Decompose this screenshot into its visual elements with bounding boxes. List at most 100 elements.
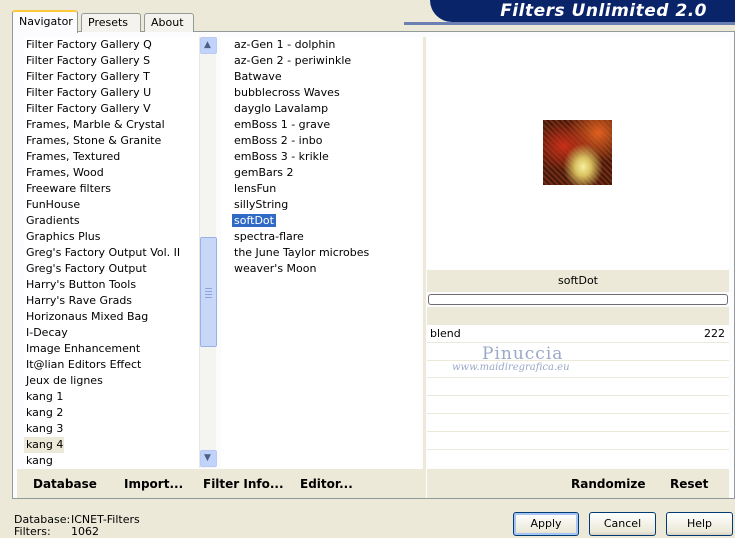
brand-underline <box>404 22 735 25</box>
randomize-button[interactable]: Randomize <box>571 477 645 491</box>
watermark-url: www.maidiregrafica.eu <box>452 362 570 373</box>
filter-item[interactable]: bubblecross Waves <box>221 85 421 101</box>
filter-item[interactable]: spectra-flare <box>221 229 421 245</box>
tab-presets[interactable]: Presets <box>81 13 141 32</box>
help-button[interactable]: Help <box>666 512 733 536</box>
filter-item[interactable]: az-Gen 2 - periwinkle <box>221 53 421 69</box>
category-item[interactable]: Frames, Marble & Crystal <box>24 117 199 133</box>
import-button[interactable]: Import... <box>124 477 183 491</box>
filter-item[interactable]: gemBars 2 <box>221 165 421 181</box>
category-item[interactable]: Harry's Rave Grads <box>24 293 199 309</box>
chevron-down-icon: ▼ <box>204 453 211 463</box>
filter-item-label: weaver's Moon <box>234 262 317 275</box>
reset-button[interactable]: Reset <box>670 477 708 491</box>
category-item[interactable]: Filter Factory Gallery T <box>24 69 199 85</box>
category-item[interactable]: Harry's Button Tools <box>24 277 199 293</box>
filter-item[interactable]: emBoss 1 - grave <box>221 117 421 133</box>
category-item[interactable]: Graphics Plus <box>24 229 199 245</box>
filter-item[interactable]: the June Taylor microbes <box>221 245 421 261</box>
filter-item-label: az-Gen 2 - periwinkle <box>234 54 352 67</box>
filter-list[interactable]: az-Gen 1 - dolphin az-Gen 2 - periwinkle B… <box>221 37 421 469</box>
param-row <box>427 414 729 432</box>
filter-item[interactable]: dayglo Lavalamp <box>221 101 421 117</box>
category-item[interactable]: Frames, Wood <box>24 165 199 181</box>
category-item[interactable]: Frames, Stone & Granite <box>24 133 199 149</box>
param-row <box>427 378 729 397</box>
category-item[interactable]: kang <box>24 453 199 469</box>
category-item[interactable]: Freeware filters <box>24 181 199 197</box>
scroll-down-button[interactable]: ▼ <box>200 450 217 467</box>
panel-divider <box>423 37 426 498</box>
slider-marker-icon[interactable] <box>680 316 696 324</box>
filter-item-label: emBoss 1 - grave <box>234 118 331 131</box>
category-item[interactable]: Filter Factory Gallery S <box>24 53 199 69</box>
filter-item[interactable]: Batwave <box>221 69 421 85</box>
editor-button[interactable]: Editor... <box>300 477 353 491</box>
grip-line <box>205 291 212 292</box>
filter-item[interactable]: sillyString <box>221 197 421 213</box>
grip-line <box>205 297 212 298</box>
filter-item-label: bubblecross Waves <box>234 86 340 99</box>
category-item[interactable]: Gradients <box>24 213 199 229</box>
filter-info-button[interactable]: Filter Info... <box>203 477 284 491</box>
preview-area <box>427 37 729 269</box>
category-item[interactable]: Greg's Factory Output Vol. II <box>24 245 199 261</box>
filter-item[interactable]: weaver's Moon <box>221 261 421 277</box>
filter-item-label: Batwave <box>234 70 282 83</box>
filter-item-selected[interactable]: softDot <box>221 213 421 229</box>
filter-item-label: az-Gen 1 - dolphin <box>234 38 336 51</box>
database-button[interactable]: Database <box>33 477 97 491</box>
filter-item[interactable]: az-Gen 1 - dolphin <box>221 37 421 53</box>
category-item[interactable]: Filter Factory Gallery U <box>24 85 199 101</box>
filter-item[interactable]: lensFun <box>221 181 421 197</box>
category-item[interactable]: Frames, Textured <box>24 149 199 165</box>
category-item[interactable]: kang 2 <box>24 405 199 421</box>
category-item[interactable]: Filter Factory Gallery Q <box>24 37 199 53</box>
tab-about[interactable]: About <box>144 13 194 32</box>
progress-bar <box>428 294 728 305</box>
tab-navigator[interactable]: Navigator <box>12 10 78 33</box>
filters-count-label: Filters: <box>14 525 51 538</box>
category-item[interactable]: kang 1 <box>24 389 199 405</box>
param-row <box>427 432 729 450</box>
category-item[interactable]: FunHouse <box>24 197 199 213</box>
param-row <box>427 396 729 414</box>
selected-filter-name: softDot <box>427 270 729 292</box>
grip-line <box>205 294 212 295</box>
category-item[interactable]: Horizonaus Mixed Bag <box>24 309 199 325</box>
watermark-name: Pinuccia <box>482 344 564 364</box>
category-item[interactable]: I-Decay <box>24 325 199 341</box>
param-value: 222 <box>704 327 725 340</box>
filter-item[interactable]: emBoss 3 - krikle <box>221 149 421 165</box>
category-item[interactable]: Filter Factory Gallery V <box>24 101 199 117</box>
list-toolbar: Database Import... Filter Info... Editor… <box>17 469 423 498</box>
filter-item[interactable]: emBoss 2 - inbo <box>221 133 421 149</box>
grip-line <box>205 288 212 289</box>
category-item[interactable]: Jeux de lignes <box>24 373 199 389</box>
category-item[interactable]: Greg's Factory Output <box>24 261 199 277</box>
param-row-blend[interactable]: blend 222 <box>427 316 729 343</box>
filter-item-label: the June Taylor microbes <box>234 246 370 259</box>
chevron-up-icon: ▲ <box>204 40 211 50</box>
param-row <box>427 450 729 468</box>
filters-count-value: 1062 <box>71 525 99 538</box>
category-item[interactable]: kang 4 <box>24 437 64 453</box>
category-scrollbar[interactable]: ▲ ▼ <box>199 37 217 468</box>
filter-item-label: lensFun <box>234 182 277 195</box>
filter-item-label: dayglo Lavalamp <box>234 102 329 115</box>
apply-button[interactable]: Apply <box>513 512 579 536</box>
category-list[interactable]: Filter Factory Gallery Q Filter Factory G… <box>24 37 199 469</box>
watermark: Pinuccia www.maidiregrafica.eu <box>452 344 570 373</box>
cancel-button[interactable]: Cancel <box>589 512 656 536</box>
brand-title: Filters Unlimited 2.0 <box>500 1 707 21</box>
scroll-thumb[interactable] <box>200 237 217 347</box>
category-item[interactable]: It@lian Editors Effect <box>24 357 199 373</box>
brand-banner: Filters Unlimited 2.0 <box>430 0 735 22</box>
filter-item-label: spectra-flare <box>234 230 304 243</box>
category-item[interactable]: kang 3 <box>24 421 199 437</box>
scroll-up-button[interactable]: ▲ <box>200 37 217 54</box>
filter-item-label: softDot <box>232 214 276 227</box>
category-item[interactable]: Image Enhancement <box>24 341 199 357</box>
filter-item-label: sillyString <box>234 198 289 211</box>
preview-toolbar: Randomize Reset <box>427 469 729 498</box>
